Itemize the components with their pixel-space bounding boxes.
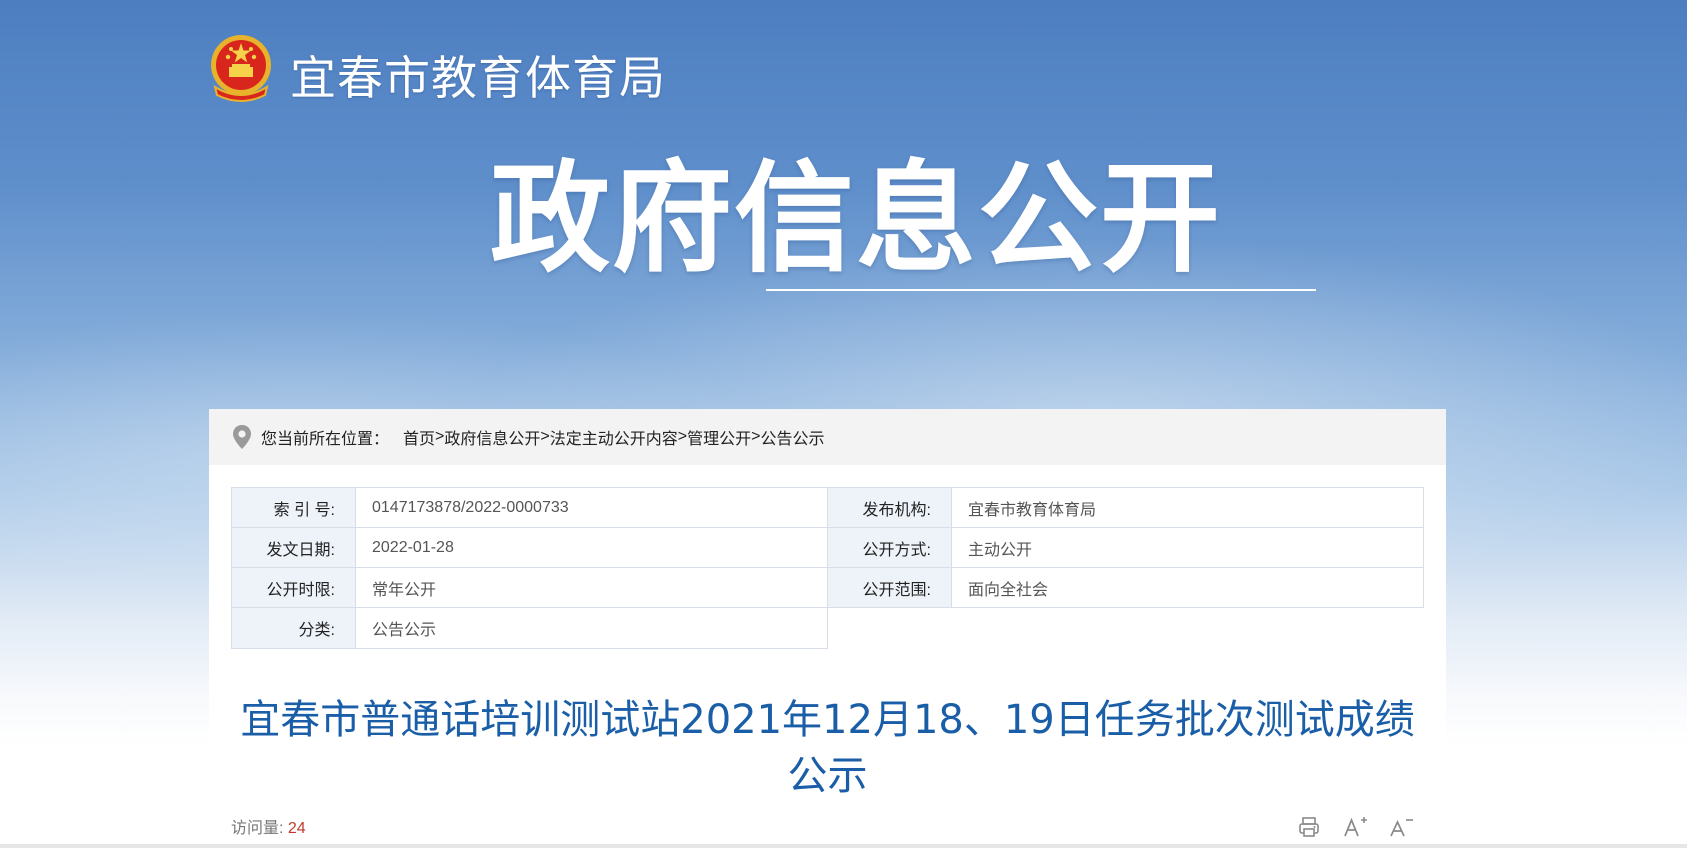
font-increase-icon xyxy=(1344,817,1367,837)
disclosure-method-label: 公开方式: xyxy=(827,527,952,568)
breadcrumb: 您当前所在位置： 首页 > 政府信息公开 > 法定主动公开内容 > 管理公开 >… xyxy=(209,409,1446,465)
disclosure-method-value: 主动公开 xyxy=(951,527,1424,568)
table-row: 分类: 公告公示 xyxy=(231,607,1424,649)
disclosure-scope-value: 面向全社会 xyxy=(951,567,1424,608)
issue-date-value: 2022-01-28 xyxy=(355,527,828,568)
breadcrumb-gov-info[interactable]: 政府信息公开 xyxy=(444,425,540,449)
print-button[interactable] xyxy=(1294,812,1324,842)
national-emblem-icon xyxy=(211,35,271,102)
breadcrumb-prefix: 您当前所在位置： xyxy=(261,431,390,448)
printer-icon xyxy=(1299,817,1319,837)
breadcrumb-statutory[interactable]: 法定主动公开内容 xyxy=(550,425,678,449)
publisher-label: 发布机构: xyxy=(827,487,952,528)
site-title: 宜春市教育体育局 xyxy=(290,51,666,105)
article-tools xyxy=(1294,812,1416,842)
category-label: 分类: xyxy=(231,607,356,649)
article-title-line2: 公示 xyxy=(787,753,868,799)
article-title-line1: 宜春市普通话培训测试站2021年12月18、19日任务批次测试成绩 xyxy=(240,697,1415,743)
disclosure-scope-label: 公开范围: xyxy=(827,567,952,608)
breadcrumb-separator: > xyxy=(435,428,445,445)
content-panel: 您当前所在位置： 首页 > 政府信息公开 > 法定主动公开内容 > 管理公开 >… xyxy=(209,409,1446,848)
index-number-label: 索 引 号: xyxy=(231,487,356,528)
empty-cell xyxy=(827,607,1424,648)
table-row: 索 引 号: 0147173878/2022-0000733 发布机构: 宜春市… xyxy=(231,487,1424,528)
font-decrease-button[interactable] xyxy=(1386,812,1416,842)
banner-underline xyxy=(766,289,1316,291)
views-count: 24 xyxy=(287,820,306,837)
view-counter: 访问量: 24 xyxy=(231,814,306,838)
breadcrumb-separator: > xyxy=(677,428,688,445)
location-pin-icon xyxy=(233,425,251,449)
font-decrease-icon xyxy=(1390,819,1413,837)
views-label: 访问量: xyxy=(231,820,284,837)
bottom-scroll-strip xyxy=(0,844,1687,848)
index-number-value: 0147173878/2022-0000733 xyxy=(355,487,828,528)
table-row: 公开时限: 常年公开 公开范围: 面向全社会 xyxy=(231,567,1424,608)
table-row: 发文日期: 2022-01-28 公开方式: 主动公开 xyxy=(231,527,1424,568)
breadcrumb-separator: > xyxy=(540,428,550,445)
breadcrumb-announcements[interactable]: 公告公示 xyxy=(760,425,824,449)
disclosure-period-label: 公开时限: xyxy=(231,567,356,608)
banner-title: 政府信息公开 xyxy=(490,150,1222,289)
document-metadata-table: 索 引 号: 0147173878/2022-0000733 发布机构: 宜春市… xyxy=(231,487,1424,649)
disclosure-period-value: 常年公开 xyxy=(355,567,828,608)
breadcrumb-home[interactable]: 首页 xyxy=(403,425,435,449)
breadcrumb-management[interactable]: 管理公开 xyxy=(687,425,751,449)
issue-date-label: 发文日期: xyxy=(231,527,356,568)
article-title: 宜春市普通话培训测试站2021年12月18、19日任务批次测试成绩 公示 xyxy=(209,692,1446,804)
category-value: 公告公示 xyxy=(355,607,828,649)
font-increase-button[interactable] xyxy=(1340,812,1370,842)
publisher-value: 宜春市教育体育局 xyxy=(951,487,1424,528)
breadcrumb-separator: > xyxy=(751,428,761,445)
